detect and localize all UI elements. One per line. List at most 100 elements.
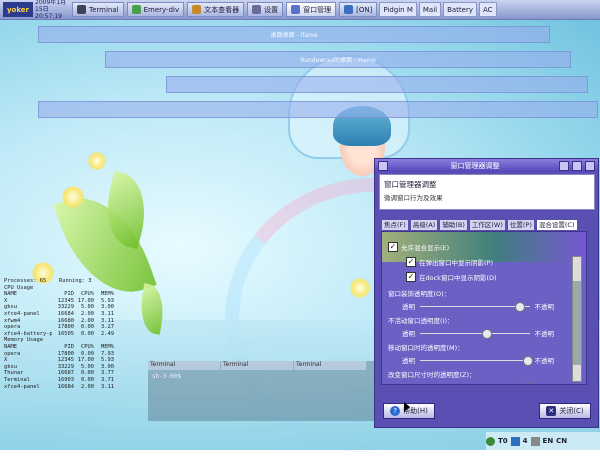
minimize-button[interactable] [559,160,569,171]
slider-track[interactable] [420,360,530,361]
taskbar-button[interactable]: Emery-div [126,2,185,17]
pidgin-tray-item[interactable]: Pidgin M [379,2,417,17]
bottom-tray: T0 4 EN CN [486,432,600,450]
desktop-bar[interactable] [38,101,598,118]
keyboard-icon[interactable] [530,436,540,446]
opacity-label: 不活动窗口透明度(I)： [388,317,454,325]
window-manager-tweaks-dialog: 窗口管理器调整 窗口管理器调整 微调窗口行为及效果 焦点(F) 高级(A) 辅助(B… [374,158,599,428]
tray-label[interactable]: EN [543,437,554,445]
enable-compositing-row[interactable]: ✓ 允许混合显示(E) [388,242,449,252]
dialog-heading: 窗口管理器调整 [384,180,437,189]
conky-cell: 5.93 [101,297,114,304]
battery-tray-item[interactable]: Battery [443,2,478,17]
dialog-tab[interactable]: 焦点(F) [381,219,409,231]
desktop-bar-label: 桌面桌面 - Ifame [270,32,318,39]
tray-label[interactable]: CN [556,437,567,445]
conky-cell: 17.00 [77,357,94,364]
terminal-tab[interactable]: Terminal [294,361,366,370]
shadow-popups-row[interactable]: ✓ 在弹出窗口中显示阴影(P) [406,257,493,267]
window-manager-icon [291,5,301,14]
slider-knob[interactable] [515,302,525,312]
scrollbar-thumb[interactable] [573,281,581,365]
conky-cell: 12345 [57,357,74,364]
conky-cell: 3.00 [101,363,114,370]
desktop-bar-label: Rundewrad的桌面 - Hame [300,57,376,64]
dialog-tab[interactable]: 辅助(B) [439,219,468,231]
conky-process-row: gksu 33229 5.00 3.00 [4,304,116,311]
close-window-button[interactable] [585,160,595,171]
ac-tray-item[interactable]: AC [479,2,497,17]
mail-tray-item[interactable]: Mail [418,2,442,17]
conky-cell: X [4,357,8,364]
dialog-tab[interactable]: 混合设置(C) [535,219,578,231]
taskbar-button[interactable]: 设置 [247,2,284,17]
conky-process-row: X 12345 17.00 5.93 [4,298,116,305]
conky-column-header: PID [64,291,74,298]
conky-cell: 16684 [57,310,74,317]
close-button-label: 关闭(C) [559,407,584,415]
conky-process-row: opera 17800 0.00 7.93 [4,351,116,358]
opacity-slider[interactable]: 透明 不透明 [402,355,555,366]
taskbar-button-label: 设置 [264,5,279,14]
conky-process-row: xfce4-panel 16684 2.00 3.11 [4,384,116,391]
dialog-titlebar[interactable]: 窗口管理器调整 [375,159,598,172]
slider-knob[interactable] [522,383,533,384]
shadow-popups-label: 在弹出窗口中显示阴影(P) [419,259,493,267]
taskbar-button[interactable]: 窗口管理 [286,2,337,17]
terminal-window[interactable]: Terminal Terminal Terminal sh-3.00$ [148,361,376,421]
taskbar-button-label: Terminal [89,5,119,14]
terminal-prompt[interactable]: sh-3.00$ [148,370,376,383]
conky-cell: 5.93 [101,357,114,364]
conky-process-row: Terminal 16903 0.00 3.71 [4,377,116,384]
network-icon[interactable] [486,436,495,446]
dialog-tab[interactable]: 高级(A) [409,219,439,231]
conky-cell: gksu [4,363,17,370]
dialog-tab[interactable]: 工作区(W) [468,219,506,231]
tray-label[interactable]: T0 [498,437,508,445]
volume-icon[interactable] [510,436,520,446]
slider-track[interactable] [420,333,530,334]
taskbar-button[interactable]: 文本查看器 [187,2,245,17]
close-icon: ✕ [546,406,557,416]
tray-label[interactable]: 4 [523,437,528,445]
conky-cell: 16680 [57,317,74,324]
menu-logo[interactable]: yoker [3,2,33,17]
conky-cell: 3.11 [101,310,114,317]
terminal-tab[interactable]: Terminal [148,361,220,370]
window-menu-button[interactable] [378,160,388,171]
slider-max-label: 不透明 [534,357,555,365]
taskbar-button[interactable]: [ON] [339,2,378,17]
maximize-button[interactable] [572,160,582,171]
slider-knob[interactable] [482,329,492,339]
panel-scrollbar[interactable] [572,256,582,382]
conky-memory-title: Memory Usage [4,337,43,344]
opacity-slider[interactable]: 透明 不透明 [402,301,554,312]
conky-cell: 3.77 [101,370,114,377]
taskbar-button-label: 文本查看器 [204,5,240,14]
enable-compositing-checkbox[interactable]: ✓ [388,242,398,252]
clock[interactable]: 2009年1月15日 20:57:19 [35,0,69,20]
desktop-bar[interactable] [166,76,588,93]
shadow-dock-label: 在dock窗口中显示阴影(D) [419,274,497,282]
slider-max-label: 不透明 [534,330,555,338]
conky-cell: 0.00 [81,324,94,331]
conky-column-header: MEM% [101,291,114,298]
desktop-bar[interactable]: 桌面桌面 - Ifame [38,26,550,43]
opacity-slider[interactable]: 透明 不透明 [402,382,554,384]
desktop-bar[interactable]: Rundewrad的桌面 - Hame [105,51,571,68]
settings-icon [252,5,262,14]
conky-cell: 3.11 [101,317,114,324]
taskbar-button[interactable]: Terminal [72,2,124,17]
opacity-slider[interactable]: 透明 不透明 [402,328,555,339]
shadow-popups-checkbox[interactable]: ✓ [406,257,416,267]
slider-track[interactable] [420,306,530,307]
shadow-dock-row[interactable]: ✓ 在dock窗口中显示阴影(D) [406,272,497,282]
shadow-dock-checkbox[interactable]: ✓ [406,272,416,282]
taskbar-button-label: Emery-div [143,5,180,14]
close-button[interactable]: ✕ 关闭(C) [539,403,591,419]
slider-knob[interactable] [522,356,533,366]
dialog-tab[interactable]: 位置(P) [506,219,535,231]
slider-min-label: 透明 [402,303,415,311]
conky-cell: Terminal [4,376,30,383]
terminal-tab[interactable]: Terminal [221,361,293,370]
